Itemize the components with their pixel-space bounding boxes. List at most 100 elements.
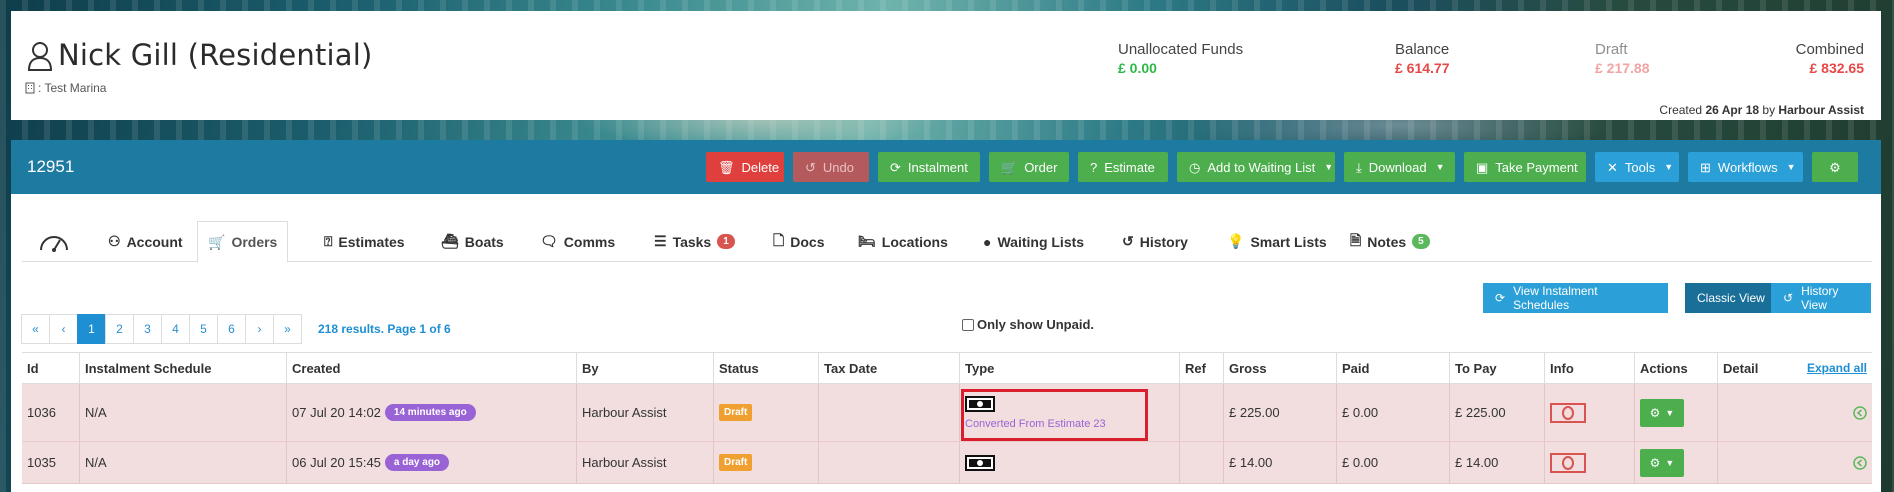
expand-row-icon[interactable] xyxy=(1853,455,1867,470)
undo-button[interactable]: ↺ Undo xyxy=(793,152,869,182)
row-id: 1036 xyxy=(22,384,80,441)
status-badge: Draft xyxy=(719,454,753,471)
delete-button[interactable]: 🗑 Delete xyxy=(706,152,784,182)
download-icon: ⤓ xyxy=(1356,159,1362,175)
gear-icon: ⚙ xyxy=(1829,159,1841,175)
repeat-icon: ⟳ xyxy=(890,159,901,175)
building-icon xyxy=(25,82,35,94)
row-paid: £ 0.00 xyxy=(1337,442,1450,483)
page-first[interactable]: « xyxy=(21,314,50,344)
tasks-count-badge: 1 xyxy=(717,234,735,249)
col-gross[interactable]: Gross xyxy=(1224,353,1337,383)
page-4[interactable]: 4 xyxy=(161,314,190,344)
row-info xyxy=(1545,384,1635,441)
page-prev[interactable]: ‹ xyxy=(49,314,78,344)
page-5[interactable]: 5 xyxy=(189,314,218,344)
history-view-button[interactable]: ↺ History View xyxy=(1771,283,1871,313)
document-icon: 🗋 xyxy=(773,231,785,248)
page-6[interactable]: 6 xyxy=(217,314,246,344)
record-toolbar: 12951 🗑 Delete ↺ Undo ⟳ Instalment 🛒 Ord… xyxy=(11,140,1881,194)
lightbulb-icon: 💡 xyxy=(1227,233,1245,249)
col-status[interactable]: Status xyxy=(714,353,819,383)
expand-row-icon[interactable] xyxy=(1853,405,1867,420)
tools-button[interactable]: ✕ Tools ▼ xyxy=(1595,152,1679,182)
page-2[interactable]: 2 xyxy=(105,314,134,344)
col-actions[interactable]: Actions xyxy=(1635,353,1718,383)
cart-icon: 🛒 xyxy=(208,233,226,250)
row-status: Draft xyxy=(714,442,819,483)
money-bill-icon xyxy=(965,454,995,471)
row-detail xyxy=(1718,442,1872,483)
row-type xyxy=(960,442,1180,483)
history-icon: ↺ xyxy=(1783,291,1794,305)
tab-notes[interactable]: 🗎 Notes 5 xyxy=(1340,221,1440,262)
col-ref[interactable]: Ref xyxy=(1180,353,1224,383)
status-badge: Draft xyxy=(719,404,753,421)
marina-line: : Test Marina xyxy=(25,81,106,95)
add-to-waiting-list-button[interactable]: ◷ Add to Waiting List ▼ xyxy=(1177,152,1335,182)
row-tax-date xyxy=(819,442,960,483)
results-summary: 218 results. Page 1 of 6 xyxy=(318,322,451,336)
table-row[interactable]: 1036 N/A 07 Jul 20 14:02 14 minutes ago … xyxy=(22,384,1872,442)
page-last[interactable]: » xyxy=(273,314,302,344)
table-row[interactable]: 1035 N/A 06 Jul 20 15:45 a day ago Harbo… xyxy=(22,442,1872,484)
expand-all-link[interactable]: Expand all xyxy=(1807,361,1867,375)
settings-button[interactable]: ⚙ xyxy=(1812,152,1858,182)
document-icon: 🗎 xyxy=(1350,231,1362,248)
row-actions: ⚙ ▼ xyxy=(1635,384,1718,441)
tab-history[interactable]: ↺ History xyxy=(1112,221,1198,262)
tab-boats[interactable]: ⛴ Boats xyxy=(431,221,514,262)
row-actions-button[interactable]: ⚙ ▼ xyxy=(1640,398,1684,427)
page-next[interactable]: › xyxy=(245,314,274,344)
row-gross: £ 225.00 xyxy=(1224,384,1337,441)
instalment-button[interactable]: ⟳ Instalment xyxy=(878,152,980,182)
col-type[interactable]: Type xyxy=(960,353,1180,383)
page-3[interactable]: 3 xyxy=(133,314,162,344)
download-button[interactable]: ⤓ Download ▼ xyxy=(1344,152,1455,182)
tab-comms[interactable]: 🗨 Comms xyxy=(530,221,625,262)
tab-estimates[interactable]: ⍰ Estimates xyxy=(314,221,415,262)
col-created[interactable]: Created xyxy=(287,353,577,383)
customer-header: Nick Gill (Residential) : Test Marina Un… xyxy=(11,11,1881,120)
caret-down-icon: ▼ xyxy=(1786,162,1796,172)
tab-dashboard[interactable] xyxy=(22,221,86,262)
row-actions-button[interactable]: ⚙ ▼ xyxy=(1640,448,1684,477)
col-by[interactable]: By xyxy=(577,353,714,383)
caret-down-icon: ▼ xyxy=(1665,457,1675,468)
person-icon xyxy=(27,42,53,71)
time-ago-badge: 14 minutes ago xyxy=(384,404,476,421)
estimate-button[interactable]: ? Estimate xyxy=(1078,152,1168,182)
caret-down-icon: ▼ xyxy=(1435,162,1445,172)
undo-icon: ↺ xyxy=(805,159,816,175)
col-tax-date[interactable]: Tax Date xyxy=(819,353,960,383)
main-panel: ⚇ Account 🛒 Orders ⍰ Estimates ⛴ Boats 🗨… xyxy=(11,194,1881,492)
comments-icon: 🗨 xyxy=(540,233,558,249)
unpaid-checkbox[interactable] xyxy=(962,318,974,331)
tab-smart-lists[interactable]: 💡 Smart Lists xyxy=(1217,221,1337,262)
take-payment-button[interactable]: ▣ Take Payment xyxy=(1464,152,1586,182)
row-created: 07 Jul 20 14:02 14 minutes ago xyxy=(287,384,577,441)
col-instalment-schedule[interactable]: Instalment Schedule xyxy=(80,353,287,383)
row-info xyxy=(1545,442,1635,483)
col-info[interactable]: Info xyxy=(1545,353,1635,383)
tab-locations[interactable]: 🛏 Locations xyxy=(848,221,958,262)
classic-view-button[interactable]: Classic View xyxy=(1685,283,1777,313)
tab-waiting-lists[interactable]: ● Waiting Lists xyxy=(973,221,1094,262)
tab-tasks[interactable]: ☰ Tasks 1 xyxy=(644,221,745,262)
col-paid[interactable]: Paid xyxy=(1337,353,1450,383)
col-to-pay[interactable]: To Pay xyxy=(1450,353,1545,383)
marina-name[interactable]: : Test Marina xyxy=(38,81,106,95)
tab-orders[interactable]: 🛒 Orders xyxy=(197,221,289,263)
gear-icon: ⚙ xyxy=(1649,455,1661,470)
row-to-pay: £ 14.00 xyxy=(1450,442,1545,483)
tab-docs[interactable]: 🗋 Docs xyxy=(763,221,835,262)
workflows-button[interactable]: ⊞ Workflows ▼ xyxy=(1688,152,1803,182)
only-unpaid-toggle[interactable]: Only show Unpaid. xyxy=(962,317,1094,332)
col-id[interactable]: Id xyxy=(22,353,80,383)
page-1[interactable]: 1 xyxy=(77,314,106,344)
caret-down-icon: ▼ xyxy=(1664,162,1674,172)
row-tax-date xyxy=(819,384,960,441)
view-instalment-schedules-button[interactable]: ⟳ View Instalment Schedules xyxy=(1483,283,1668,313)
order-button[interactable]: 🛒 Order xyxy=(989,152,1069,182)
tab-account[interactable]: ⚇ Account xyxy=(98,221,193,262)
